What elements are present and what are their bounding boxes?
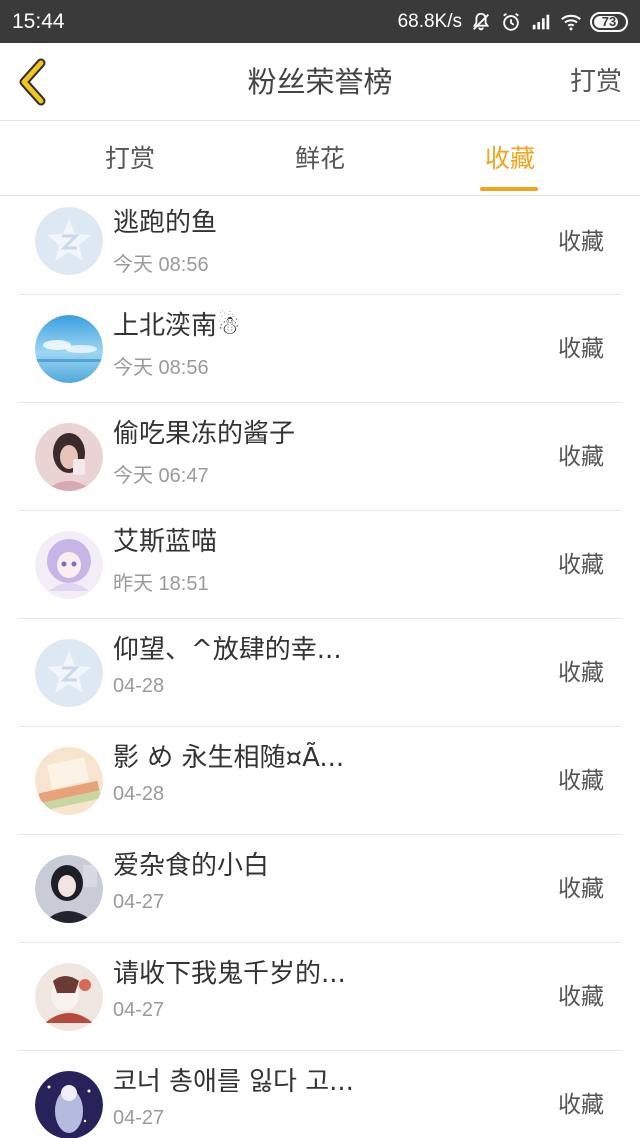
avatar bbox=[35, 531, 103, 599]
avatar bbox=[35, 639, 103, 707]
battery-icon: 73 bbox=[590, 11, 628, 32]
sky-photo-avatar bbox=[35, 315, 103, 383]
fan-name: 艾斯蓝喵 bbox=[113, 527, 218, 557]
default-qq-avatar-icon bbox=[35, 207, 103, 275]
page-title: 粉丝荣誉榜 bbox=[247, 65, 393, 99]
status-time: 15:44 bbox=[12, 9, 65, 33]
wifi-icon bbox=[561, 14, 581, 30]
illustration-avatar bbox=[35, 963, 103, 1031]
list-item[interactable]: 逃跑的鱼 今天 08:56 收藏 bbox=[18, 196, 622, 295]
list-item[interactable]: 艾斯蓝喵 昨天 18:51 收藏 bbox=[18, 511, 622, 619]
signal-icon bbox=[532, 14, 550, 29]
fan-date: 今天 06:47 bbox=[113, 465, 209, 487]
fan-action: 收藏 bbox=[558, 660, 604, 686]
fan-list: 逃跑的鱼 今天 08:56 收藏 上北湙南☃ 今天 08:56 收藏 偷吃果冻的… bbox=[0, 196, 640, 1138]
list-item[interactable]: 上北湙南☃ 今天 08:56 收藏 bbox=[18, 295, 622, 403]
fan-action: 收藏 bbox=[558, 444, 604, 470]
avatar bbox=[35, 855, 103, 923]
fan-name: 偷吃果冻的酱子 bbox=[113, 419, 296, 449]
fan-date: 今天 08:56 bbox=[113, 254, 209, 276]
fan-name: 逃跑的鱼 bbox=[113, 208, 218, 238]
avatar bbox=[35, 423, 103, 491]
fan-action: 收藏 bbox=[558, 876, 604, 902]
alarm-icon bbox=[503, 12, 519, 31]
tab-active-indicator bbox=[480, 187, 538, 191]
fan-date: 昨天 18:51 bbox=[113, 573, 209, 595]
fan-date: 04-27 bbox=[113, 999, 165, 1021]
fan-action: 收藏 bbox=[558, 768, 604, 794]
fan-date: 今天 08:56 bbox=[113, 357, 209, 379]
fan-date: 04-27 bbox=[113, 891, 165, 913]
selfie-photo-avatar bbox=[35, 423, 103, 491]
avatar bbox=[35, 315, 103, 383]
fan-name: 코너 총애를 잃다 고... bbox=[113, 1067, 354, 1097]
fan-action: 收藏 bbox=[558, 229, 604, 255]
tab-bar: 打赏 鲜花 收藏 bbox=[0, 121, 640, 196]
fan-date: 04-28 bbox=[113, 783, 165, 805]
list-item[interactable]: 仰望、^放肆的幸... 04-28 收藏 bbox=[18, 619, 622, 727]
fan-name: 爱杂食的小白 bbox=[113, 851, 270, 881]
fan-action: 收藏 bbox=[558, 552, 604, 578]
status-right: 68.8K/s 73 bbox=[398, 11, 628, 33]
reward-button[interactable]: 打赏 bbox=[570, 43, 622, 121]
anime-girl-avatar bbox=[35, 531, 103, 599]
fan-action: 收藏 bbox=[558, 336, 604, 362]
avatar bbox=[35, 207, 103, 275]
fan-date: 04-28 bbox=[113, 675, 165, 697]
fan-name: 影 め 永生相随¤Ã... bbox=[113, 743, 345, 773]
fan-name: 上北湙南☃ bbox=[113, 311, 241, 341]
list-item[interactable]: 影 め 永生相随¤Ã... 04-28 收藏 bbox=[18, 727, 622, 835]
list-item[interactable]: 请收下我鬼千岁的... 04-27 收藏 bbox=[18, 943, 622, 1051]
fan-action: 收藏 bbox=[558, 984, 604, 1010]
books-photo-avatar bbox=[35, 747, 103, 815]
default-qq-avatar-icon bbox=[35, 639, 103, 707]
tab-favorites-label: 收藏 bbox=[484, 144, 535, 173]
nav-bar: 粉丝荣誉榜 打赏 bbox=[0, 43, 640, 121]
fan-action: 收藏 bbox=[558, 1092, 604, 1118]
tab-flowers[interactable]: 鲜花 bbox=[260, 121, 380, 196]
night-anime-avatar bbox=[35, 1071, 103, 1138]
list-item[interactable]: 偷吃果冻的酱子 今天 06:47 收藏 bbox=[18, 403, 622, 511]
avatar bbox=[35, 963, 103, 1031]
fan-name: 仰望、^放肆的幸... bbox=[113, 635, 342, 665]
status-bar: 15:44 68.8K/s 73 bbox=[0, 0, 640, 43]
tab-favorites[interactable]: 收藏 bbox=[450, 121, 570, 196]
fan-name: 请收下我鬼千岁的... bbox=[113, 959, 346, 989]
fan-date: 04-27 bbox=[113, 1107, 165, 1129]
list-item[interactable]: 爱杂食的小白 04-27 收藏 bbox=[18, 835, 622, 943]
mute-bell-icon bbox=[472, 12, 490, 30]
tab-reward[interactable]: 打赏 bbox=[70, 121, 190, 196]
avatar bbox=[35, 1071, 103, 1138]
avatar bbox=[35, 747, 103, 815]
net-speed: 68.8K/s bbox=[397, 10, 462, 32]
dark-anime-avatar bbox=[35, 855, 103, 923]
list-item[interactable]: 코너 총애를 잃다 고... 04-27 收藏 bbox=[18, 1051, 622, 1138]
battery-level: 73 bbox=[601, 14, 617, 29]
